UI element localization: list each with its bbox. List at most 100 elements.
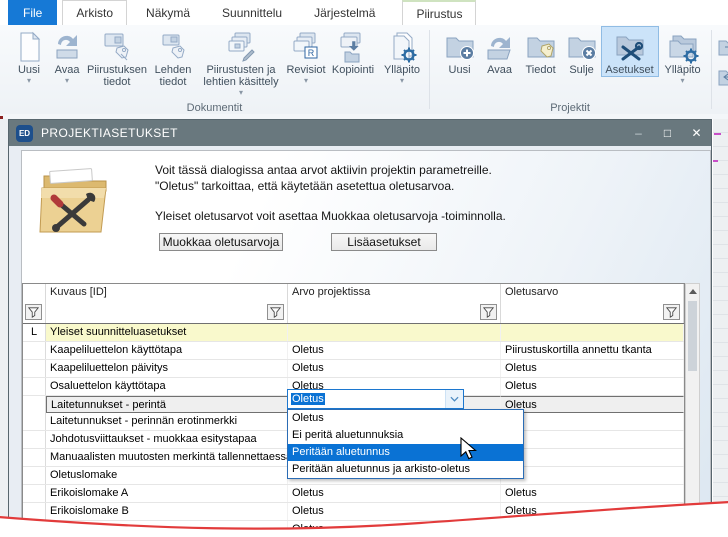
table-row[interactable]: Erikoislomake C Oletus Oletus — [23, 521, 684, 537]
cell-arvo[interactable]: Oletus — [288, 521, 501, 537]
chevron-down-icon: ▾ — [304, 77, 308, 85]
manage-drawings-button[interactable]: Piirustusten ja lehtien käsittely ▾ — [198, 27, 284, 97]
cell-kuvaus: Erikoislomake B — [46, 503, 288, 520]
marker-column-header — [23, 284, 46, 300]
cell-arvo[interactable]: Oletus — [288, 342, 501, 359]
dialog-titlebar[interactable]: ED PROJEKTIASETUKSET – □ ✕ — [9, 120, 711, 146]
minimize-button[interactable]: – — [624, 120, 653, 146]
drawing-panel-edge — [713, 119, 728, 537]
document-maintenance-button[interactable]: Ylläpito ▾ — [378, 27, 426, 85]
ribbon-tab-strip: File Arkisto Näkymä Suunnittelu Järjeste… — [0, 0, 728, 25]
button-label: Avaa — [55, 64, 80, 76]
cell-oletusarvo — [501, 449, 684, 466]
tab-arkisto[interactable]: Arkisto — [62, 0, 127, 25]
table-row[interactable]: L Yleiset suunnitteluasetukset — [23, 324, 684, 342]
value-combobox[interactable]: Oletus — [287, 389, 464, 409]
new-project-button[interactable]: Uusi — [440, 27, 480, 76]
ribbon-group-label: Dokumentit — [0, 102, 429, 114]
cell-kuvaus: Laitetunnukset - perinnän erotinmerkki — [46, 413, 288, 430]
edit-defaults-button[interactable]: Muokkaa oletusarvoja — [159, 233, 283, 251]
dialog-title: PROJEKTIASETUKSET — [41, 126, 178, 140]
cell-kuvaus: Erikoislomake C — [46, 521, 288, 537]
partial-folder-icon — [717, 35, 728, 59]
dropdown-option-highlighted[interactable]: Peritään aluetunnus — [288, 444, 523, 461]
drawing-artifact — [714, 133, 721, 135]
new-document-button[interactable]: Uusi ▾ — [10, 27, 48, 85]
project-settings-icon — [613, 30, 647, 64]
filter-input-oletusarvo[interactable] — [501, 300, 684, 323]
row-marker — [23, 449, 46, 466]
cell-kuvaus: Manuaalisten muutosten merkintä tallenne… — [46, 449, 288, 466]
column-header-oletusarvo[interactable]: Oletusarvo — [501, 284, 684, 300]
filter-button[interactable] — [480, 304, 497, 320]
project-info-icon — [524, 30, 558, 64]
dropdown-option[interactable]: Oletus — [288, 410, 523, 427]
filter-button[interactable] — [267, 304, 284, 320]
filter-input-kuvaus[interactable] — [46, 300, 288, 323]
intro-text-line2: "Oletus" tarkoittaa, että käytetään aset… — [155, 179, 454, 193]
dropdown-option[interactable]: Peritään aluetunnus ja arkisto-oletus — [288, 461, 523, 478]
dropdown-option[interactable]: Ei peritä aluetunnuksia — [288, 427, 523, 444]
button-label: Tiedot — [525, 64, 555, 76]
copy-button[interactable]: Kopiointi — [328, 27, 378, 76]
application-window: File Arkisto Näkymä Suunnittelu Järjeste… — [0, 0, 728, 537]
tab-file[interactable]: File — [8, 0, 57, 25]
project-info-button[interactable]: Tiedot — [520, 27, 562, 76]
cell-arvo[interactable]: Oletus — [288, 360, 501, 377]
scroll-up-icon[interactable] — [686, 284, 699, 299]
advanced-settings-button[interactable]: Lisäasetukset — [331, 233, 437, 251]
button-label: Uusi — [18, 64, 40, 76]
column-header-kuvaus[interactable]: Kuvaus [ID] — [46, 284, 288, 300]
revisions-button[interactable]: R Revisiot ▾ — [284, 27, 328, 85]
open-project-icon — [483, 30, 517, 64]
new-project-icon — [443, 30, 477, 64]
row-marker — [23, 485, 46, 502]
ribbon-group-label: Projektit — [430, 102, 711, 114]
filter-icon — [483, 307, 494, 318]
chevron-down-icon: ▾ — [400, 77, 404, 85]
column-header-arvo[interactable]: Arvo projektissa — [288, 284, 501, 300]
tab-nakyma[interactable]: Näkymä — [133, 0, 203, 25]
scrollbar-thumb[interactable] — [688, 301, 697, 371]
combobox-value[interactable]: Oletus — [288, 390, 445, 408]
cell-oletusarvo: Oletus — [501, 503, 684, 520]
table-row[interactable]: Erikoislomake B Oletus Oletus — [23, 503, 684, 521]
cell-arvo[interactable]: Oletus — [288, 485, 501, 502]
cell-oletusarvo — [501, 413, 684, 430]
sheet-info-button[interactable]: Lehden tiedot — [148, 27, 198, 88]
close-project-button[interactable]: Sulje — [562, 27, 602, 76]
filter-row — [23, 300, 684, 324]
tab-jarjestelma[interactable]: Järjestelmä — [301, 0, 388, 25]
button-label: Piirustusten ja lehtien käsittely — [198, 64, 284, 88]
close-project-icon — [565, 30, 599, 64]
cell-arvo[interactable]: Oletus — [288, 503, 501, 520]
table-row[interactable]: Erikoislomake A Oletus Oletus — [23, 485, 684, 503]
tab-piirustus[interactable]: Piirustus — [402, 0, 476, 25]
project-maintenance-button[interactable]: Ylläpito ▾ — [658, 27, 708, 85]
cell-oletusarvo: Oletus — [501, 485, 684, 502]
cell-oletusarvo — [501, 324, 684, 341]
table-scrollbar[interactable] — [685, 283, 700, 537]
drawing-info-button[interactable]: Piirustuksen tiedot — [86, 27, 148, 88]
tab-suunnittelu[interactable]: Suunnittelu — [209, 0, 295, 25]
row-marker — [23, 431, 46, 448]
table-row[interactable]: Kaapeliluettelon käyttötapa Oletus Piiru… — [23, 342, 684, 360]
open-document-button[interactable]: Avaa ▾ — [48, 27, 86, 85]
filter-button[interactable] — [663, 304, 680, 320]
filter-input-arvo[interactable] — [288, 300, 501, 323]
drawing-info-icon — [100, 30, 134, 64]
ribbon: Uusi ▾ Avaa ▾ Piirustuksen tiedot Lehden… — [0, 25, 728, 115]
button-label: Avaa — [487, 64, 512, 76]
maximize-button[interactable]: □ — [653, 120, 682, 146]
close-button[interactable]: ✕ — [682, 120, 711, 146]
cell-oletusarvo — [501, 467, 684, 484]
open-project-button[interactable]: Avaa — [480, 27, 520, 76]
filter-button[interactable] — [25, 304, 42, 320]
combobox-arrow[interactable] — [445, 390, 463, 408]
cell-kuvaus: Kaapeliluettelon päivitys — [46, 360, 288, 377]
table-row[interactable]: Kaapeliluettelon päivitys Oletus Oletus — [23, 360, 684, 378]
ribbon-group-partial — [711, 25, 728, 114]
manage-drawings-icon — [224, 30, 258, 64]
project-settings-button[interactable]: Asetukset — [602, 27, 658, 76]
cell-arvo[interactable] — [288, 324, 501, 341]
